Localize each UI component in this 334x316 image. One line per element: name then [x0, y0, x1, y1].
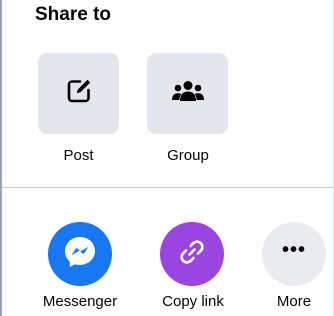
share-to-group-label: Group — [167, 147, 209, 164]
share-to-messenger-label: Messenger — [42, 293, 118, 310]
section-divider — [2, 187, 334, 188]
share-sheet-title: Share to — [35, 4, 112, 25]
copy-link-label: Copy link — [162, 293, 224, 310]
more-options-button[interactable]: ••• — [262, 222, 326, 286]
share-to-group-button[interactable] — [147, 53, 228, 134]
messenger-icon — [63, 235, 97, 274]
compose-icon — [66, 78, 92, 109]
more-icon: ••• — [281, 239, 306, 261]
more-options-label: More — [276, 293, 312, 310]
link-icon — [177, 237, 207, 272]
share-to-post-button[interactable] — [38, 53, 119, 134]
copy-link-button[interactable] — [160, 222, 224, 286]
group-icon — [171, 80, 205, 107]
share-sheet: Share to Post Group Messenger Copy link … — [0, 0, 334, 316]
share-to-messenger-button[interactable] — [48, 222, 112, 286]
share-to-post-label: Post — [63, 147, 94, 164]
